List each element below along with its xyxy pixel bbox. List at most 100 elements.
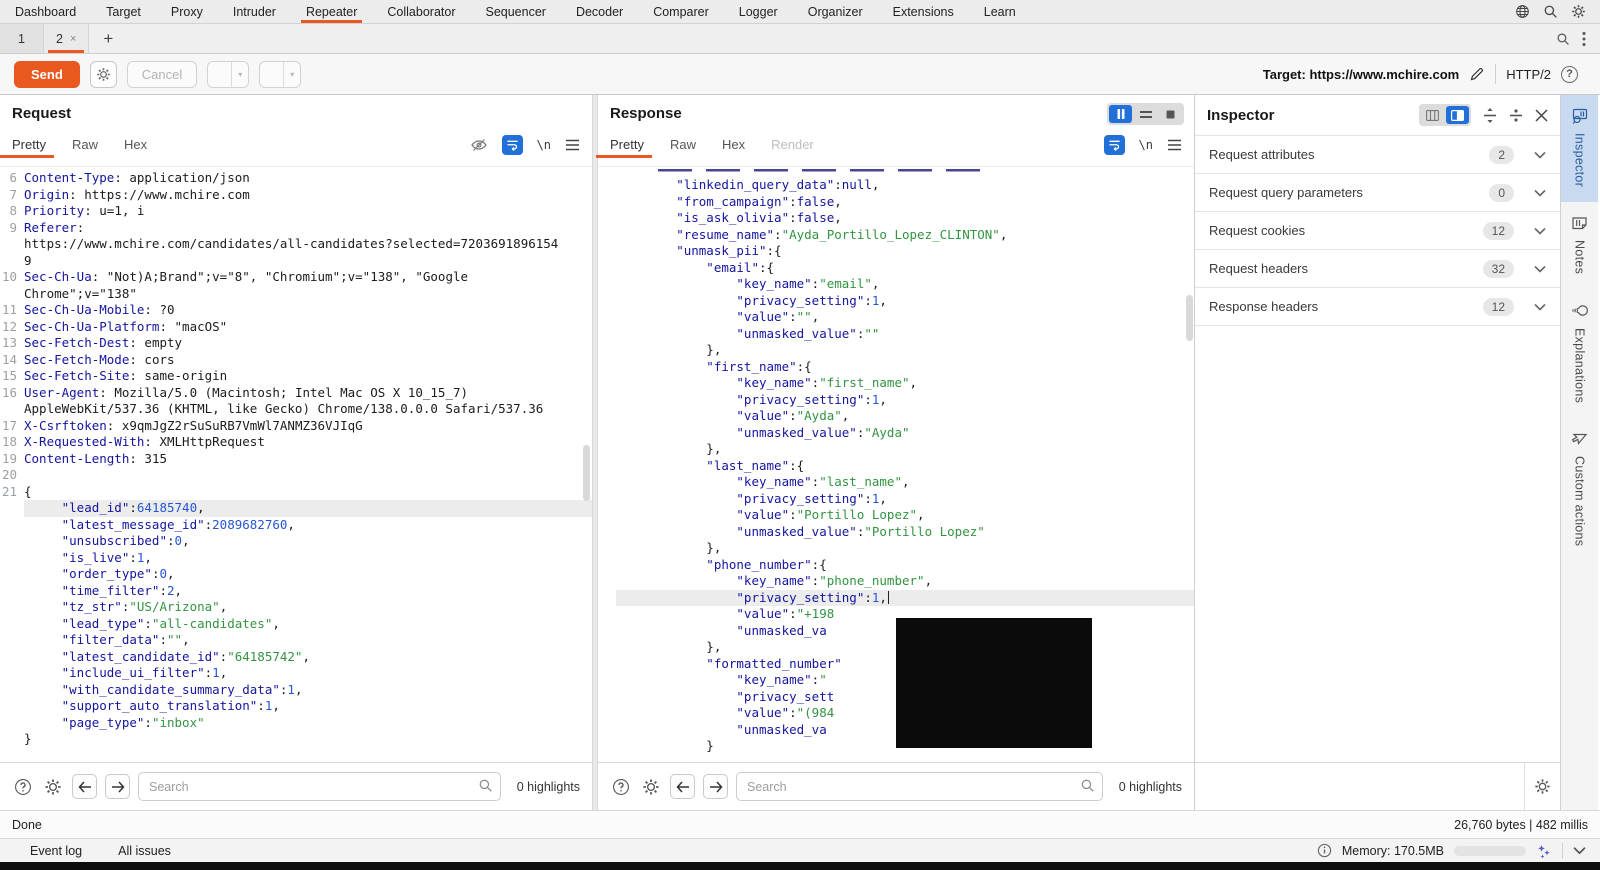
code-line[interactable]: 20 xyxy=(0,467,592,484)
back-icon[interactable]: < xyxy=(208,62,232,88)
event-log-button[interactable]: Event log xyxy=(30,844,82,858)
code-line[interactable]: "lead_type":"all-candidates", xyxy=(0,616,592,633)
code-line[interactable]: "unmasked_value":"" xyxy=(616,326,1194,343)
code-line[interactable]: }, xyxy=(616,441,1194,458)
single-pane-layout-icon[interactable] xyxy=(1159,105,1182,123)
code-line[interactable]: 11Sec-Ch-Ua-Mobile: ?0 xyxy=(0,302,592,319)
response-scrollbar-thumb[interactable] xyxy=(1186,295,1193,341)
edit-target-pencil-icon[interactable] xyxy=(1469,66,1485,82)
history-back-button[interactable]: < ▾ xyxy=(207,61,249,88)
menu-intruder[interactable]: Intruder xyxy=(218,0,291,23)
code-line[interactable]: "unmask_pii":{ xyxy=(616,243,1194,260)
history-forward-button[interactable]: > ▾ xyxy=(259,61,301,88)
response-editor[interactable]: "linkedin_query_data":null, "from_campai… xyxy=(598,167,1194,762)
menu-repeater[interactable]: Repeater xyxy=(291,0,372,23)
columns-view-icon[interactable] xyxy=(1421,106,1444,124)
search-settings-gear-icon[interactable] xyxy=(640,776,662,798)
code-line[interactable]: "time_filter":2, xyxy=(0,583,592,600)
search-prev-arrow-icon[interactable] xyxy=(72,774,97,799)
request-tab-hex[interactable]: Hex xyxy=(124,131,147,157)
menu-target[interactable]: Target xyxy=(91,0,156,23)
code-line[interactable]: Chrome";v="138" xyxy=(0,286,592,303)
send-button[interactable]: Send xyxy=(14,61,80,88)
side-tab-custom-actions[interactable]: Custom actions xyxy=(1561,418,1598,561)
response-search-input[interactable] xyxy=(736,772,1103,801)
code-line[interactable]: "order_type":0, xyxy=(0,566,592,583)
send-options-gear-icon[interactable] xyxy=(90,61,117,88)
menu-decoder[interactable]: Decoder xyxy=(561,0,638,23)
request-tab-pretty[interactable]: Pretty xyxy=(12,131,46,157)
side-tab-explanations[interactable]: Explanations xyxy=(1561,289,1598,418)
code-line[interactable]: 18X-Requested-With: XMLHttpRequest xyxy=(0,434,592,451)
help-icon[interactable]: ? xyxy=(1561,66,1578,83)
forward-dropdown-icon[interactable]: ▾ xyxy=(284,62,300,87)
cancel-button[interactable]: Cancel xyxy=(127,61,197,88)
code-line[interactable]: "is_ask_olivia":false, xyxy=(616,210,1194,227)
chevron-down-icon[interactable] xyxy=(1534,227,1546,235)
request-code[interactable]: 6Content-Type: application/json7Origin: … xyxy=(0,167,592,762)
chevron-down-icon[interactable] xyxy=(1534,265,1546,273)
code-line[interactable]: "first_name":{ xyxy=(616,359,1194,376)
all-issues-button[interactable]: All issues xyxy=(118,844,171,858)
code-line[interactable]: "latest_candidate_id":"64185742", xyxy=(0,649,592,666)
hide-nonprintable-eye-off-icon[interactable] xyxy=(470,137,488,153)
code-line[interactable]: "unmasked_value":"Portillo Lopez" xyxy=(616,524,1194,541)
code-line[interactable]: "privacy_setting":1, xyxy=(616,392,1194,409)
response-tab-raw[interactable]: Raw xyxy=(670,131,696,157)
search-help-icon[interactable] xyxy=(610,776,632,798)
expand-all-icon[interactable] xyxy=(1483,108,1497,123)
collapse-all-icon[interactable] xyxy=(1509,108,1523,123)
code-line[interactable]: "filter_data":"", xyxy=(0,632,592,649)
code-line[interactable]: "linkedin_query_data":null, xyxy=(616,177,1194,194)
panel-settings-gear-icon[interactable] xyxy=(1524,763,1560,810)
more-options-icon[interactable] xyxy=(1582,31,1586,47)
code-line[interactable]: 10Sec-Ch-Ua: "Not)A;Brand";v="8", "Chrom… xyxy=(0,269,592,286)
menu-dashboard[interactable]: Dashboard xyxy=(0,0,91,23)
search-help-icon[interactable] xyxy=(12,776,34,798)
code-line[interactable]: "with_candidate_summary_data":1, xyxy=(0,682,592,699)
chevron-down-icon[interactable] xyxy=(1534,189,1546,197)
response-tab-pretty[interactable]: Pretty xyxy=(610,131,644,157)
code-line[interactable]: "last_name":{ xyxy=(616,458,1194,475)
pause-updates-icon[interactable] xyxy=(1109,105,1132,123)
code-line[interactable]: "key_name":"phone_number", xyxy=(616,573,1194,590)
request-scrollbar-thumb[interactable] xyxy=(583,445,590,501)
soft-wrap-icon[interactable] xyxy=(502,135,523,155)
code-line[interactable]: "page_type":"inbox" xyxy=(0,715,592,732)
close-tab-icon[interactable]: × xyxy=(70,33,76,45)
code-line[interactable]: } xyxy=(0,731,592,748)
code-line[interactable]: "resume_name":"Ayda_Portillo_Lopez_CLINT… xyxy=(616,227,1194,244)
inspector-section-request-attributes[interactable]: Request attributes 2 xyxy=(1195,135,1560,173)
code-line[interactable]: "is_live":1, xyxy=(0,550,592,567)
code-line[interactable]: "value":"Portillo Lopez", xyxy=(616,507,1194,524)
inspector-section-request-headers[interactable]: Request headers 32 xyxy=(1195,249,1560,287)
menu-learn[interactable]: Learn xyxy=(969,0,1031,23)
code-line[interactable]: "privacy_setting":1, xyxy=(616,491,1194,508)
menu-proxy[interactable]: Proxy xyxy=(156,0,218,23)
code-line[interactable]: 19Content-Length: 315 xyxy=(0,451,592,468)
chevron-down-icon[interactable] xyxy=(1573,846,1586,855)
menu-organizer[interactable]: Organizer xyxy=(793,0,878,23)
code-line[interactable]: 9 xyxy=(0,253,592,270)
show-newlines-icon[interactable]: \n xyxy=(537,138,551,152)
search-prev-arrow-icon[interactable] xyxy=(670,774,695,799)
repeater-tab-1[interactable]: 1 xyxy=(0,24,44,53)
side-tab-notes[interactable]: Notes xyxy=(1561,202,1598,289)
inspector-section-query-parameters[interactable]: Request query parameters 0 xyxy=(1195,173,1560,211)
editor-menu-icon[interactable] xyxy=(1167,139,1182,151)
code-line[interactable]: "from_campaign":false, xyxy=(616,194,1194,211)
code-line[interactable]: "key_name":"email", xyxy=(616,276,1194,293)
code-line[interactable]: 8Priority: u=1, i xyxy=(0,203,592,220)
add-tab-button[interactable]: + xyxy=(89,24,127,53)
inspector-section-response-headers[interactable]: Response headers 12 xyxy=(1195,287,1560,325)
search-icon[interactable] xyxy=(1543,4,1558,19)
code-line[interactable]: "phone_number":{ xyxy=(616,557,1194,574)
code-line[interactable]: "email":{ xyxy=(616,260,1194,277)
soft-wrap-icon[interactable] xyxy=(1104,135,1125,155)
response-tab-render[interactable]: Render xyxy=(771,131,814,157)
code-line[interactable]: AppleWebKit/537.36 (KHTML, like Gecko) C… xyxy=(0,401,592,418)
close-icon[interactable] xyxy=(1535,109,1548,122)
search-next-arrow-icon[interactable] xyxy=(703,774,728,799)
code-line[interactable]: "include_ui_filter":1, xyxy=(0,665,592,682)
code-line[interactable]: 21{ xyxy=(0,484,592,501)
